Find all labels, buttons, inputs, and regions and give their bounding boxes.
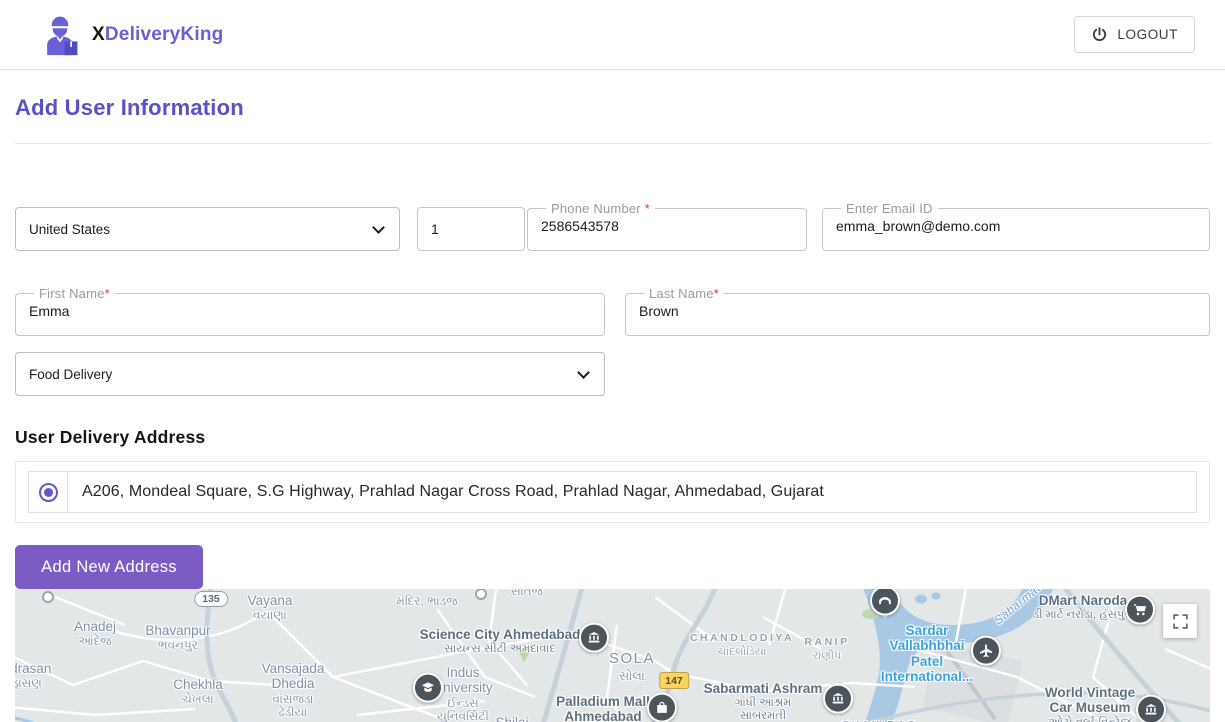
- fullscreen-button[interactable]: [1163, 604, 1197, 638]
- map-canvas[interactable]: VayanaવયાણાAnadejઆંદેજBhavanpurભવનપુરndr…: [15, 589, 1210, 722]
- map-pin-museum[interactable]: [579, 623, 609, 653]
- phone-code-input[interactable]: 1: [417, 207, 525, 251]
- brand-logo[interactable]: XDeliveryKing: [38, 13, 223, 57]
- address-list: A206, Mondeal Square, S.G Highway, Prahl…: [15, 461, 1210, 523]
- required-asterisk: *: [645, 201, 650, 216]
- chevron-down-icon: [577, 366, 590, 379]
- main-content: Add User Information United States 1 Pho…: [0, 70, 1225, 589]
- required-asterisk: *: [105, 286, 110, 301]
- brand-x: X: [92, 24, 105, 45]
- address-section-heading: User Delivery Address: [15, 427, 1210, 448]
- address-row: A206, Mondeal Square, S.G Highway, Prahl…: [28, 471, 1197, 513]
- logout-button[interactable]: LOGOUT: [1074, 16, 1195, 53]
- phone-number-label: Phone Number *: [546, 201, 655, 216]
- app-header: XDeliveryKing LOGOUT: [0, 0, 1225, 70]
- title-divider: [15, 143, 1210, 144]
- brand-name: XDeliveryKing: [92, 24, 223, 46]
- map-pin-bag[interactable]: [647, 693, 677, 722]
- phone-number-field[interactable]: Phone Number * 2586543578: [527, 201, 807, 251]
- form-row-name: First Name* Emma Last Name* Brown: [15, 286, 1210, 336]
- form-row-contact: United States 1 Phone Number * 258654357…: [15, 201, 1210, 251]
- page-title: Add User Information: [15, 70, 1210, 121]
- phone-number-value: 2586543578: [540, 216, 794, 234]
- first-name-field[interactable]: First Name* Emma: [15, 286, 605, 336]
- delivery-type-value: Food Delivery: [29, 367, 112, 382]
- power-icon: [1091, 26, 1108, 43]
- map-pin-school[interactable]: [413, 673, 443, 703]
- delivery-person-icon: [38, 13, 82, 57]
- logout-label: LOGOUT: [1117, 27, 1178, 42]
- chevron-down-icon: [372, 221, 385, 234]
- form-row-type: Food Delivery: [15, 352, 1210, 396]
- last-name-label: Last Name*: [644, 286, 724, 301]
- radio-selected-icon: [39, 483, 58, 502]
- last-name-field[interactable]: Last Name* Brown: [625, 286, 1210, 336]
- email-label: Enter Email ID: [841, 201, 938, 216]
- add-new-address-button[interactable]: Add New Address: [15, 545, 203, 589]
- map-section: VayanaવયાણાAnadejઆંદેજBhavanpurભવનપુરndr…: [0, 589, 1225, 722]
- address-text: A206, Mondeal Square, S.G Highway, Prahl…: [68, 471, 1197, 513]
- phone-code-value: 1: [431, 221, 439, 237]
- delivery-type-select[interactable]: Food Delivery: [15, 352, 605, 396]
- country-select[interactable]: United States: [15, 207, 400, 251]
- map-pin-bridge[interactable]: [870, 589, 900, 616]
- email-field[interactable]: Enter Email ID emma_brown@demo.com: [822, 201, 1210, 251]
- map-pin-museum[interactable]: [823, 684, 853, 714]
- country-select-value: United States: [29, 222, 110, 237]
- fullscreen-icon: [1172, 613, 1189, 630]
- first-name-label: First Name*: [34, 286, 115, 301]
- map-pin-airplane[interactable]: [971, 636, 1001, 666]
- address-radio[interactable]: [28, 471, 68, 513]
- last-name-value: Brown: [638, 301, 1197, 319]
- brand-rest: DeliveryKing: [105, 24, 224, 45]
- required-asterisk: *: [714, 286, 719, 301]
- first-name-value: Emma: [28, 301, 592, 319]
- map-pin-cart[interactable]: [1125, 595, 1155, 625]
- map-roads: [15, 589, 1210, 722]
- map-pin-museum[interactable]: [1136, 695, 1166, 722]
- email-value: emma_brown@demo.com: [835, 216, 1197, 234]
